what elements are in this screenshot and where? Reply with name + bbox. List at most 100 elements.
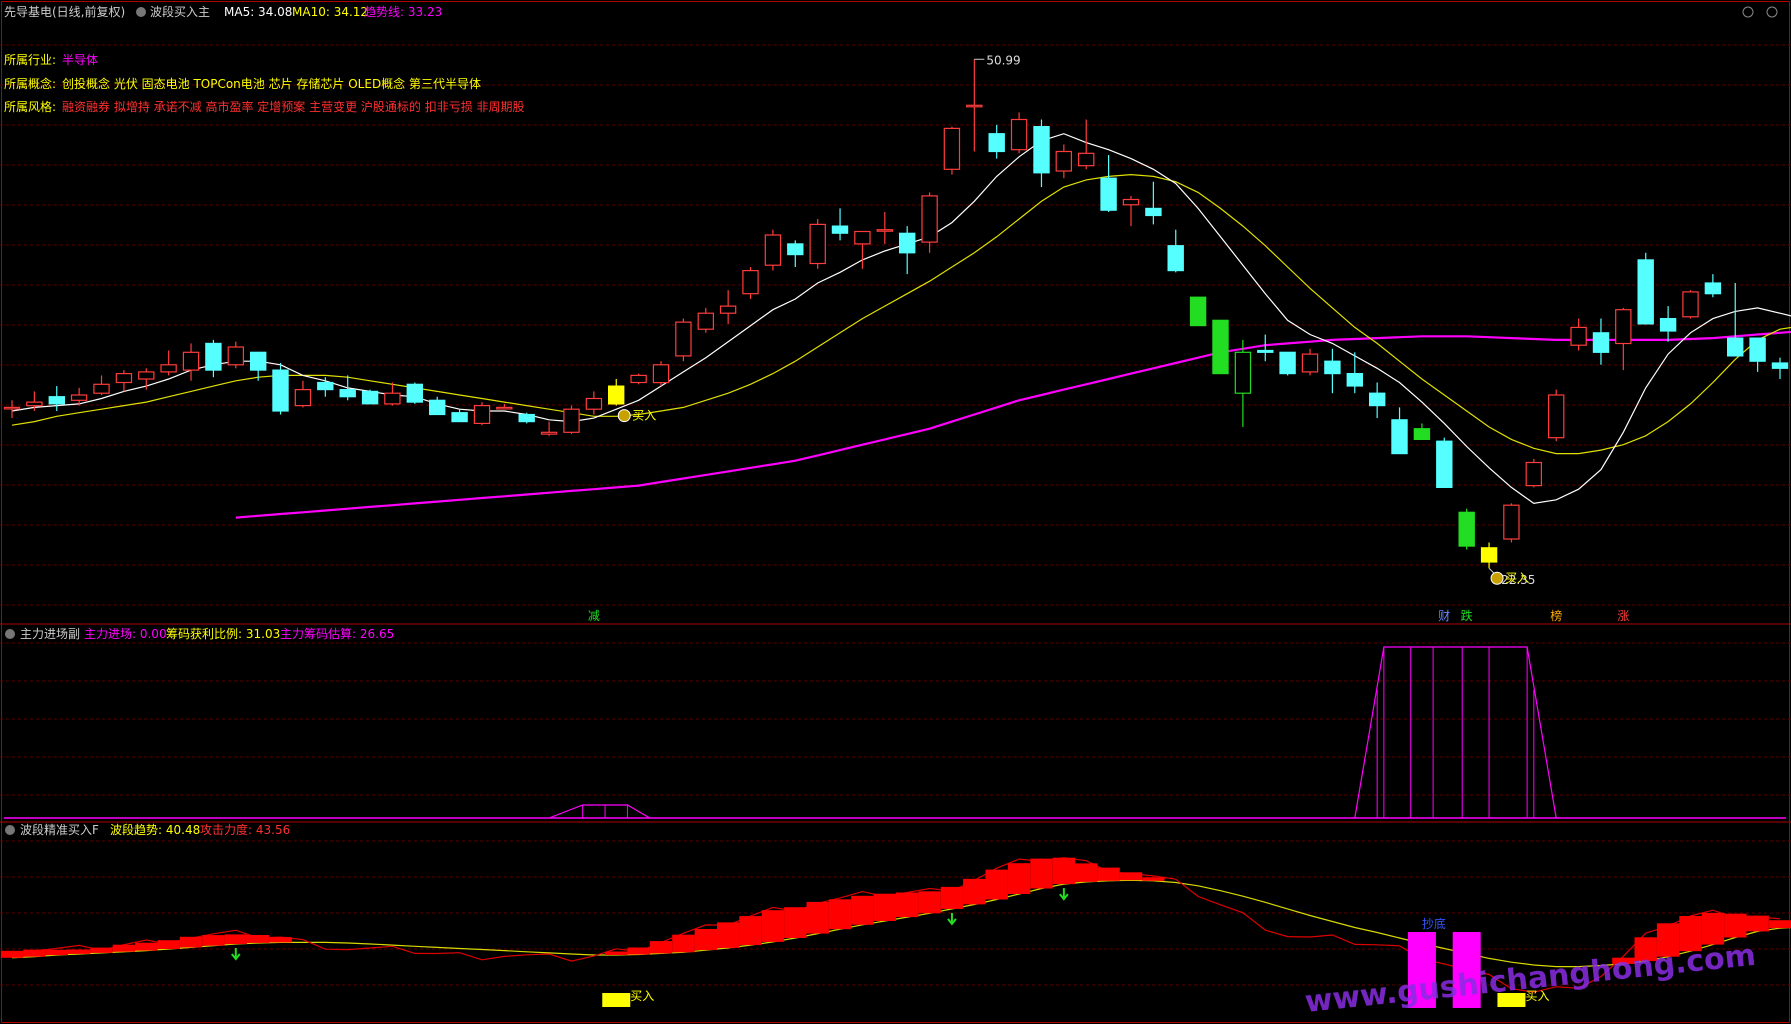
candle-body[interactable] (921, 195, 938, 243)
candle-body[interactable] (1726, 337, 1744, 357)
close-icon[interactable] (1766, 6, 1778, 18)
candle-body[interactable] (563, 408, 580, 433)
candle-body[interactable] (1010, 118, 1028, 151)
candle-body[interactable] (540, 431, 558, 435)
candle-body[interactable] (1547, 394, 1565, 439)
candle-body[interactable] (250, 351, 267, 371)
candle-body[interactable] (585, 397, 603, 410)
candle-body[interactable] (451, 412, 468, 423)
candle-body[interactable] (361, 390, 379, 405)
candle-body[interactable] (138, 371, 155, 380)
candle-body[interactable] (1167, 245, 1184, 272)
candle-body[interactable] (1122, 198, 1140, 206)
candle-body[interactable] (384, 392, 401, 405)
candle-body[interactable] (473, 405, 491, 425)
candle-body[interactable] (1704, 282, 1722, 295)
candle-body[interactable] (429, 399, 446, 416)
candle-body[interactable] (26, 401, 43, 407)
stock-chart[interactable]: 50.9922.35买入买入减财跌榜涨先导基电(日线,前复权) 波段买入主 MA5:… (0, 0, 1791, 1024)
candle-body[interactable] (966, 104, 983, 108)
candle-body[interactable] (1234, 351, 1252, 394)
candle-body[interactable] (831, 225, 849, 234)
candle-body[interactable] (1033, 125, 1050, 174)
candle-body[interactable] (1391, 419, 1408, 455)
candle-body[interactable] (115, 373, 133, 384)
event-tag: 榜 (1550, 608, 1562, 623)
candle-body[interactable] (205, 342, 222, 371)
candle-body[interactable] (518, 413, 535, 423)
candle-body[interactable] (227, 346, 244, 366)
candle-body[interactable] (93, 383, 110, 394)
bottom-label: 抄底 (1422, 916, 1446, 931)
panel-collapse-icon[interactable] (5, 825, 15, 835)
trend-value: 趋势线: 33.23 (364, 5, 442, 19)
candle-body[interactable] (943, 127, 961, 170)
candle-body[interactable] (339, 389, 356, 398)
sub1-chip-estimate: 主力筹码估算: 26.65 (280, 626, 394, 641)
candle-body[interactable] (697, 312, 715, 330)
candle-body[interactable] (1592, 332, 1610, 353)
candle-body[interactable] (294, 389, 312, 407)
candle-body[interactable] (1324, 360, 1341, 375)
candle-body[interactable] (1077, 152, 1095, 167)
candle-body[interactable] (1771, 362, 1789, 369)
candle-body[interactable] (496, 406, 513, 410)
candle-body[interactable] (1100, 177, 1117, 211)
candle-body[interactable] (630, 374, 647, 384)
candle-body[interactable] (652, 364, 670, 384)
attack-bar (1701, 912, 1725, 945)
candle-body[interactable] (988, 133, 1005, 153)
candle-body[interactable] (1458, 511, 1475, 547)
candle-body[interactable] (1436, 440, 1453, 489)
candle-body[interactable] (764, 234, 782, 266)
candle-body[interactable] (1212, 319, 1229, 375)
candle-body[interactable] (876, 229, 894, 232)
candle-body[interactable] (3, 406, 21, 410)
candle-body[interactable] (1570, 326, 1587, 346)
attack-bar (1724, 913, 1747, 938)
attack-bar (828, 899, 852, 930)
candle-body[interactable] (406, 383, 424, 403)
candle-body[interactable] (854, 230, 871, 245)
candle-body[interactable] (1525, 461, 1542, 487)
candle-body[interactable] (1503, 504, 1520, 540)
candle-body[interactable] (742, 270, 759, 295)
candle-body[interactable] (70, 394, 88, 401)
candle-body[interactable] (1682, 291, 1699, 318)
concept-label: 所属概念: (4, 76, 56, 91)
candle-body[interactable] (272, 369, 289, 412)
candle-body[interactable] (160, 364, 177, 373)
candle-body[interactable] (1637, 259, 1654, 325)
panel-collapse-icon[interactable] (136, 7, 146, 17)
watermark-text: www.gushichanghong.com (1303, 938, 1757, 1020)
attack-bar (940, 886, 964, 909)
candle-body[interactable] (1055, 150, 1072, 172)
attack-bar (806, 901, 829, 934)
candle-body[interactable] (675, 321, 692, 357)
candle-body[interactable] (1659, 318, 1677, 332)
candle-body[interactable] (1615, 309, 1632, 345)
candle-body[interactable] (1413, 428, 1431, 441)
candle-body[interactable] (1346, 373, 1363, 387)
candle-body[interactable] (1279, 351, 1296, 375)
panel-collapse-icon[interactable] (5, 629, 15, 639)
candle-body[interactable] (1480, 547, 1498, 563)
attack-bar (269, 937, 292, 943)
candle-body[interactable] (182, 351, 200, 371)
candle-body[interactable] (809, 223, 826, 265)
candle-body[interactable] (1301, 353, 1319, 373)
candle-body[interactable] (719, 305, 737, 314)
candle-body[interactable] (1749, 337, 1766, 362)
candle-body[interactable] (898, 232, 916, 254)
attack-bar (202, 935, 225, 946)
candle-body[interactable] (1368, 392, 1386, 407)
candle-body[interactable] (1145, 207, 1162, 217)
candle-body[interactable] (787, 243, 804, 256)
candle-body[interactable] (1189, 296, 1207, 327)
scroll-up-icon[interactable] (1742, 6, 1754, 18)
candle-body[interactable] (317, 381, 334, 391)
candle-body[interactable] (48, 396, 66, 405)
attack-bar (1007, 863, 1031, 894)
candle-body[interactable] (1257, 349, 1274, 353)
candle-body[interactable] (607, 385, 625, 405)
